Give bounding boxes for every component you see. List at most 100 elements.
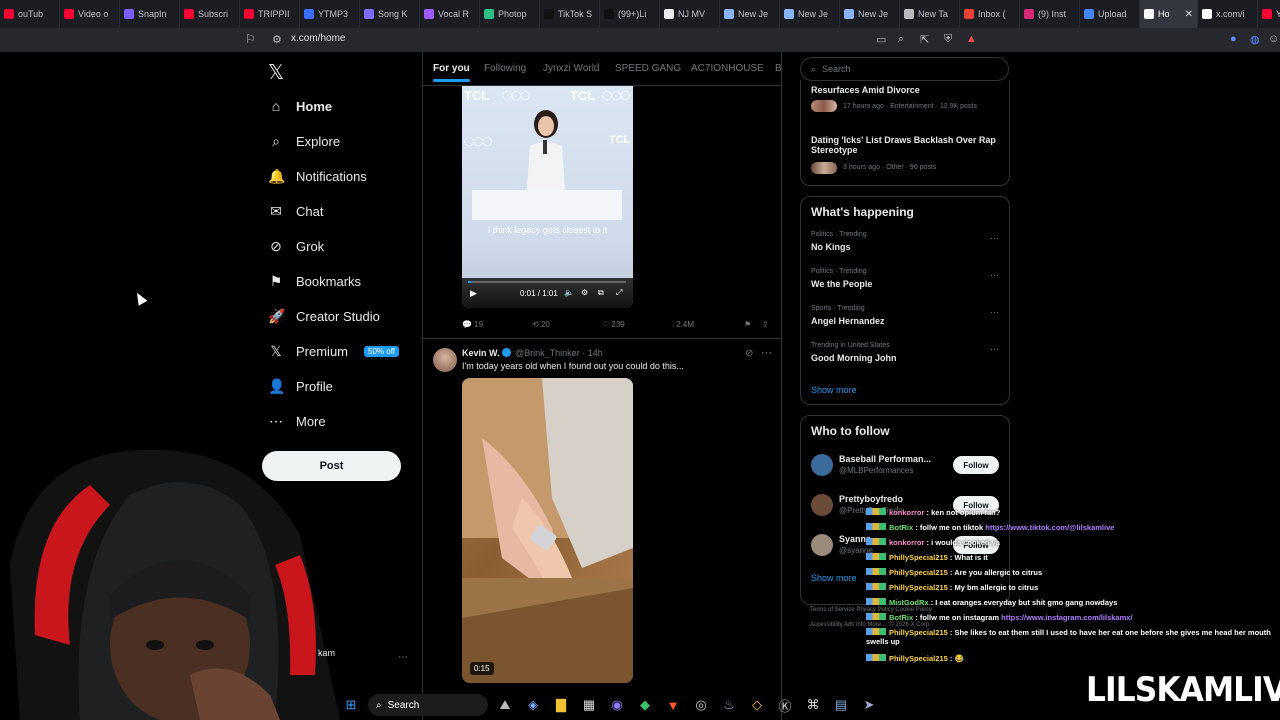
bookmark-page-icon[interactable]: ⚐ [245, 32, 256, 46]
chat-link[interactable]: https://www.instagram.com/lilskamx/ [1001, 613, 1132, 622]
browser-tab[interactable]: YNW [1258, 0, 1280, 28]
copilot-icon[interactable]: ◈ [522, 694, 544, 716]
notepad-icon[interactable]: ▤ [830, 694, 852, 716]
site-info-icon[interactable]: ⚙ [272, 33, 282, 46]
chat-username[interactable]: PhillySpecial215 [889, 568, 948, 577]
browser-tab[interactable]: ouTub [0, 0, 60, 28]
like-button[interactable]: ♡ 239 [602, 320, 625, 329]
chat-username[interactable]: konkorror [889, 538, 924, 547]
browser-tab[interactable]: Upload [1080, 0, 1140, 28]
chat-username[interactable]: PhillySpecial215 [889, 553, 948, 562]
nav-item-grok[interactable]: ⊘ Grok [268, 235, 324, 257]
author-name[interactable]: Kevin W. [462, 348, 500, 358]
video-player[interactable]: TCL TCL ◯◯◯ ◯◯◯ TCL ◯◯◯ I think legacy g… [462, 86, 633, 308]
browser-tab[interactable]: Video o [60, 0, 120, 28]
close-tab-icon[interactable]: ✕ [1185, 9, 1193, 20]
search-input[interactable]: ⌕ Search [800, 57, 1009, 81]
settings-icon[interactable]: ⚙ [581, 288, 588, 297]
browser-tab[interactable]: Vocal R [420, 0, 480, 28]
app-icon[interactable]: Ⓚ [774, 694, 796, 716]
browser-tab[interactable]: (9) Inst [1020, 0, 1080, 28]
chat-username[interactable]: konkorror [889, 508, 924, 517]
tab-jynxzi-world[interactable]: Jynxzi World [543, 63, 600, 74]
browser-tab[interactable]: Song K [360, 0, 420, 28]
trend-name[interactable]: Good Morning John [811, 353, 896, 363]
x-logo-icon[interactable]: 𝕏 [268, 60, 284, 84]
brave-icon[interactable]: ▼ [662, 694, 684, 716]
file-explorer-icon[interactable]: ▇ [550, 694, 572, 716]
taskbar-search[interactable]: ⌕ Search [368, 694, 488, 716]
tab-following[interactable]: Following [484, 63, 526, 74]
more-options-icon[interactable]: ⋯ [990, 233, 999, 244]
url-text[interactable]: x.com/home [291, 33, 345, 44]
more-options-icon[interactable]: ⋯ [990, 307, 999, 318]
avatar[interactable] [811, 534, 833, 556]
chat-username[interactable]: BotRix [889, 523, 913, 532]
browser-tab[interactable]: New Je [840, 0, 900, 28]
chat-link[interactable]: https://www.tiktok.com/@lilskamlive [985, 523, 1114, 532]
browser-tab[interactable]: TikTok S [540, 0, 600, 28]
more-options-icon[interactable]: ⋯ [761, 346, 772, 359]
tweet-author[interactable]: Kevin W. @Brink_Thinker · 14h [462, 348, 603, 358]
nav-item-creator-studio[interactable]: 🚀 Creator Studio [268, 305, 380, 327]
wallet-icon[interactable]: ◍ [1250, 33, 1260, 46]
nav-item-home[interactable]: ⌂ Home [268, 95, 332, 117]
volume-icon[interactable]: 🔈 [564, 288, 574, 297]
browser-tab[interactable]: NJ MV [660, 0, 720, 28]
show-more-link[interactable]: Show more [811, 573, 857, 583]
author-handle[interactable]: @Brink_Thinker [515, 348, 580, 358]
widgets-icon[interactable]: ⛰ [494, 694, 516, 716]
chat-username[interactable]: PhillySpecial215 [889, 583, 948, 592]
suggestion-name[interactable]: Prettyboyfredo [839, 494, 903, 504]
suggestion-name[interactable]: Baseball Performan... [839, 454, 931, 464]
extension-icon[interactable]: ● [1230, 33, 1237, 45]
nav-item-more[interactable]: ⋯ More [268, 410, 326, 432]
play-icon[interactable]: ▶ [470, 288, 477, 299]
nav-item-notifications[interactable]: 🔔 Notifications [268, 165, 367, 187]
discord-icon[interactable]: ◉ [606, 694, 628, 716]
video-progress-bar[interactable] [468, 281, 626, 283]
browser-tab[interactable]: YTMP3 [300, 0, 360, 28]
browser-tab[interactable]: TRIPPII [240, 0, 300, 28]
share-icon[interactable]: ⇪ [762, 320, 769, 329]
browser-tab[interactable]: Inbox ( [960, 0, 1020, 28]
video-player[interactable]: 0:15 [462, 378, 633, 683]
avatar[interactable] [811, 494, 833, 516]
trend-name[interactable]: Angel Hernandez [811, 316, 885, 326]
browser-tab[interactable]: (99+)Li [600, 0, 660, 28]
trend-name[interactable]: We the People [811, 279, 872, 289]
profile-icon[interactable]: ☺ [1268, 33, 1279, 45]
news-title[interactable]: Resurfaces Amid Divorce [811, 85, 920, 95]
more-options-icon[interactable]: ⋯ [990, 344, 999, 355]
app-icon[interactable]: ◇ [746, 694, 768, 716]
nav-item-bookmarks[interactable]: ⚑ Bookmarks [268, 270, 361, 292]
fullscreen-icon[interactable]: ⤢ [616, 288, 622, 298]
steam-icon[interactable]: ♨ [718, 694, 740, 716]
views-button[interactable]: ⫶ 2.4M [672, 320, 694, 330]
account-more-icon[interactable]: ⋯ [398, 652, 408, 663]
account-name[interactable]: kam [318, 648, 335, 658]
news-title[interactable]: Dating 'Icks' List Draws Backlash Over R… [811, 135, 1001, 155]
tab-ac7ionhouse[interactable]: AC7IONHOUSE [691, 63, 764, 74]
obs-icon[interactable]: ◎ [690, 694, 712, 716]
browser-tab[interactable]: Photop [480, 0, 540, 28]
app-icon[interactable]: ◆ [634, 694, 656, 716]
repost-button[interactable]: ⟲ 20 [532, 320, 550, 329]
browser-tab[interactable]: Subscri [180, 0, 240, 28]
bookmark-icon[interactable]: ⚑ [744, 320, 751, 329]
store-icon[interactable]: ▦ [578, 694, 600, 716]
chat-username[interactable]: BotRix [889, 613, 913, 622]
share-icon[interactable]: ⇱ [920, 33, 929, 46]
zoom-icon[interactable]: ⌕ [898, 33, 904, 46]
reply-button[interactable]: 💬 19 [462, 320, 483, 329]
nav-item-chat[interactable]: ✉ Chat [268, 200, 323, 222]
browser-tab[interactable]: x.com/i [1198, 0, 1258, 28]
browser-tab[interactable]: Ho ✕ [1140, 0, 1198, 28]
more-options-icon[interactable]: ⋯ [990, 270, 999, 281]
avatar[interactable] [433, 348, 457, 372]
tab-for-you[interactable]: For you [433, 63, 470, 82]
windows-start-icon[interactable]: ⊞ [340, 694, 362, 716]
browser-tab[interactable]: New Je [780, 0, 840, 28]
nav-item-explore[interactable]: ⌕ Explore [268, 130, 340, 152]
brave-shield-icon[interactable]: ⛨ [944, 33, 952, 46]
